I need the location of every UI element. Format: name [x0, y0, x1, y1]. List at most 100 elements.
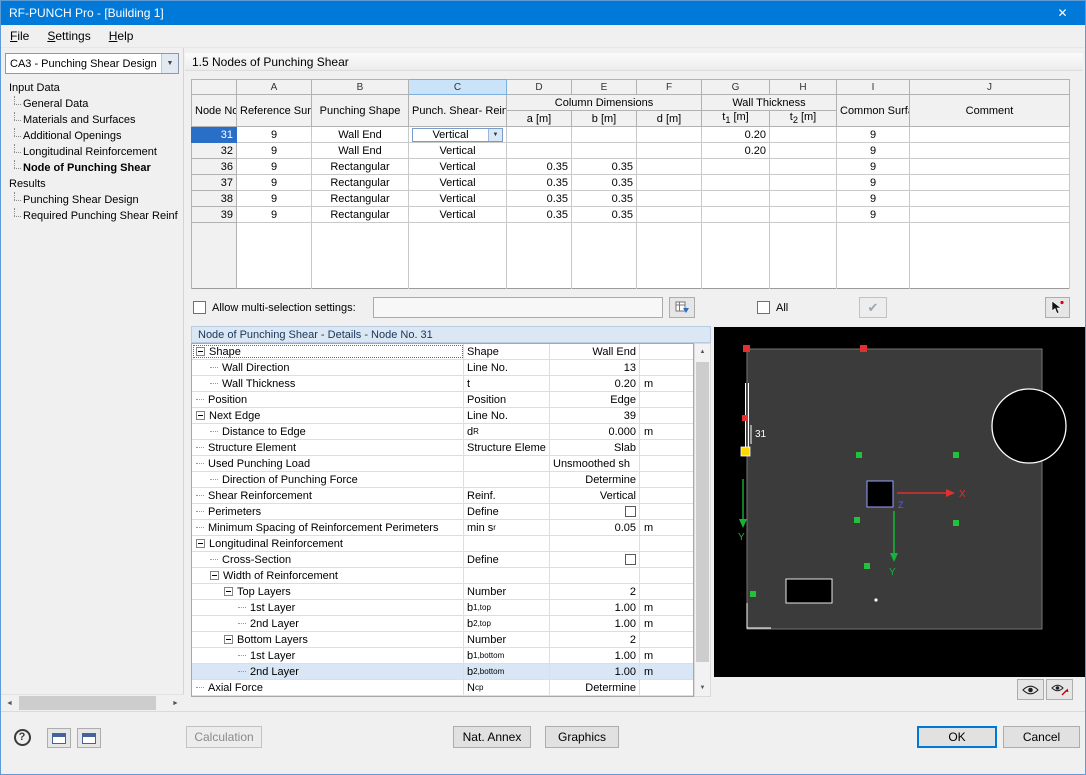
details-value[interactable]: Wall End [550, 344, 640, 359]
menu-item-help[interactable]: Help [100, 25, 143, 47]
dim-d-cell[interactable] [637, 127, 702, 143]
common-surfaces-cell[interactable]: 9 [837, 207, 910, 223]
column-letter-f[interactable]: F [637, 80, 702, 95]
graphics-button[interactable]: Graphics [545, 726, 619, 748]
dim-a-cell[interactable]: 0.35 [507, 159, 572, 175]
details-row-next-edge[interactable]: Next EdgeLine No.39 [192, 408, 693, 424]
details-value[interactable]: Unsmoothed sh [550, 456, 640, 471]
column-letter-g[interactable]: G [702, 80, 770, 95]
scroll-left-icon[interactable]: ◄ [1, 695, 18, 711]
details-value[interactable]: 39 [550, 408, 640, 423]
dim-b-cell[interactable]: 0.35 [572, 191, 637, 207]
dim-b-cell[interactable] [572, 127, 637, 143]
comment-cell[interactable] [910, 143, 1070, 159]
reinforcement-cell[interactable]: Vertical [409, 143, 507, 159]
ref-surface-cell[interactable]: 9 [237, 127, 312, 143]
common-surfaces-cell[interactable]: 9 [837, 143, 910, 159]
details-row-position[interactable]: PositionPositionEdge [192, 392, 693, 408]
punching-shape-cell[interactable]: Rectangular [312, 207, 409, 223]
multiselect-checkbox[interactable] [193, 301, 206, 314]
details-value[interactable]: Vertical [550, 488, 640, 503]
graphics-canvas[interactable]: X Y Z Y 31 [714, 327, 1086, 677]
thickness-t1-cell[interactable] [702, 191, 770, 207]
details-row-2nd-layer[interactable]: 2nd Layerb2,bottom1.00m [192, 664, 693, 680]
view-pick-button[interactable] [1046, 679, 1073, 700]
column-letter-b[interactable]: B [312, 80, 409, 95]
thickness-t2-cell[interactable] [770, 143, 837, 159]
table-row-node-38[interactable]: 389RectangularVertical0.350.359 [192, 191, 1070, 207]
punching-shape-cell[interactable]: Rectangular [312, 159, 409, 175]
details-row-bottom-layers[interactable]: Bottom LayersNumber2 [192, 632, 693, 648]
dim-b-cell[interactable]: 0.35 [572, 159, 637, 175]
node-no-cell[interactable]: 37 [192, 175, 237, 191]
cancel-button[interactable]: Cancel [1003, 726, 1080, 748]
details-row-structure-element[interactable]: Structure ElementStructure ElemeSlab [192, 440, 693, 456]
node-no-cell[interactable]: 36 [192, 159, 237, 175]
collapse-icon[interactable] [196, 347, 205, 356]
column-letter-d[interactable]: D [507, 80, 572, 95]
common-surfaces-cell[interactable]: 9 [837, 159, 910, 175]
dim-a-cell[interactable]: 0.35 [507, 175, 572, 191]
details-row-direction-of-punching-force[interactable]: Direction of Punching ForceDetermine [192, 472, 693, 488]
details-value[interactable]: 1.00 [550, 664, 640, 679]
details-row-wall-thickness[interactable]: Wall Thicknesst0.20m [192, 376, 693, 392]
details-scrollbar[interactable]: ▲ ▼ [694, 343, 711, 697]
menu-item-file[interactable]: File [1, 25, 38, 47]
checkbox-icon[interactable] [625, 506, 636, 517]
sidebar-item-materials-and-surfaces[interactable]: Materials and Surfaces [5, 112, 182, 128]
visibility-button[interactable] [1017, 679, 1044, 700]
sidebar-item-additional-openings[interactable]: Additional Openings [5, 128, 182, 144]
sidebar-item-node-of-punching-shear[interactable]: Node of Punching Shear [5, 160, 182, 176]
common-surfaces-cell[interactable]: 9 [837, 191, 910, 207]
ref-surface-cell[interactable]: 9 [237, 175, 312, 191]
common-surfaces-cell[interactable]: 9 [837, 127, 910, 143]
panel-toggle-1-button[interactable] [47, 728, 71, 748]
menu-item-settings[interactable]: Settings [38, 25, 99, 47]
details-value[interactable]: 0.20 [550, 376, 640, 391]
dim-d-cell[interactable] [637, 207, 702, 223]
details-value[interactable]: 2 [550, 632, 640, 647]
dim-a-cell[interactable] [507, 143, 572, 159]
details-row-minimum-spacing-of-reinforcement-perimeters[interactable]: Minimum Spacing of Reinforcement Perimet… [192, 520, 693, 536]
design-case-selector[interactable]: CA3 - Punching Shear Design ▼ [5, 53, 179, 74]
column-letter-c[interactable]: C [409, 80, 507, 95]
collapse-icon[interactable] [196, 539, 205, 548]
scrollbar-track[interactable] [18, 695, 167, 711]
table-row-node-37[interactable]: 379RectangularVertical0.350.359 [192, 175, 1070, 191]
details-value[interactable]: 2 [550, 584, 640, 599]
reinforcement-cell[interactable]: Vertical [409, 159, 507, 175]
dim-d-cell[interactable] [637, 191, 702, 207]
ref-surface-cell[interactable]: 9 [237, 143, 312, 159]
multiselect-input[interactable] [373, 297, 663, 318]
reinforcement-cell[interactable]: Vertical [409, 191, 507, 207]
all-checkbox[interactable] [757, 301, 770, 314]
sidebar-item-results[interactable]: Results [5, 176, 182, 192]
details-row-1st-layer[interactable]: 1st Layerb1,top1.00m [192, 600, 693, 616]
details-value[interactable]: 13 [550, 360, 640, 375]
thickness-t2-cell[interactable] [770, 207, 837, 223]
close-button[interactable]: ✕ [1040, 1, 1085, 25]
details-value[interactable] [550, 536, 640, 551]
details-row-1st-layer[interactable]: 1st Layerb1,bottom1.00m [192, 648, 693, 664]
collapse-icon[interactable] [210, 571, 219, 580]
node-no-cell[interactable]: 38 [192, 191, 237, 207]
sidebar-item-punching-shear-design[interactable]: Punching Shear Design [5, 192, 182, 208]
selected-node-marker[interactable] [741, 447, 750, 456]
table-row-node-31[interactable]: 319Wall EndVertical▼0.209 [192, 127, 1070, 143]
nat-annex-button[interactable]: Nat. Annex [453, 726, 531, 748]
scroll-up-icon[interactable]: ▲ [695, 344, 710, 360]
details-row-longitudinal-reinforcement[interactable]: Longitudinal Reinforcement [192, 536, 693, 552]
scroll-down-icon[interactable]: ▼ [695, 680, 710, 696]
details-row-perimeters[interactable]: PerimetersDefine [192, 504, 693, 520]
dim-b-cell[interactable]: 0.35 [572, 207, 637, 223]
details-value[interactable]: Edge [550, 392, 640, 407]
ref-surface-cell[interactable]: 9 [237, 207, 312, 223]
node-no-cell[interactable]: 32 [192, 143, 237, 159]
dim-b-cell[interactable]: 0.35 [572, 175, 637, 191]
calculation-button[interactable]: Calculation [186, 726, 262, 748]
details-value[interactable] [550, 504, 640, 519]
collapse-icon[interactable] [224, 635, 233, 644]
sidebar-item-input-data[interactable]: Input Data [5, 80, 182, 96]
apply-settings-button[interactable] [669, 297, 695, 318]
column-letter-j[interactable]: J [910, 80, 1070, 95]
